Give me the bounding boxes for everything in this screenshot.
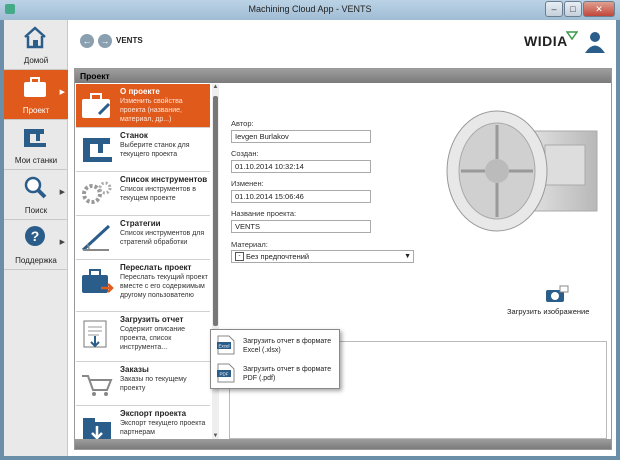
briefcase-wrench-icon [82,93,111,118]
menu-item-title: О проекте [120,87,160,96]
menu-item-desc: Изменить свойства проекта (название, мат… [120,98,183,123]
left-nav: Домой Проект ▶ Мои станки Поиск ▶ ? Подд… [4,20,68,456]
briefcase-icon [24,77,46,97]
pdf-file-icon: PDF [217,363,235,383]
nav-item-home[interactable]: Домой [4,20,68,70]
nav-label: Поддержка [15,256,57,265]
popup-item-label: Загрузить отчет в формате Excel (.xlsx) [243,338,332,354]
camera-icon[interactable] [511,284,601,306]
gears-icon [82,181,112,204]
title-bar[interactable]: Machining Cloud App - VENTS – □ ✕ [0,0,620,20]
brand-logo: WIDIA [524,33,568,49]
project-image [446,110,598,232]
project-menu: О проекте Изменить свойства проекта (наз… [76,84,210,439]
nav-item-my-machines[interactable]: Мои станки [4,120,68,170]
nav-item-search[interactable]: Поиск ▶ [4,170,68,220]
nav-label: Домой [23,56,49,65]
nav-label: Поиск [24,206,48,215]
modified-field[interactable]: 01.10.2014 15:06:46 [231,190,371,203]
created-field[interactable]: 01.10.2014 10:32:14 [231,160,371,173]
material-label: Материал: [231,240,268,249]
strategy-icon [81,224,111,252]
menu-item-desc: Заказы по текущему проекту [120,376,187,392]
menu-item-orders[interactable]: Заказы Заказы по текущему проекту [76,362,210,406]
orders-icon [82,375,113,396]
app-window: Machining Cloud App - VENTS – □ ✕ Домой … [0,0,620,460]
report-format-popup: Excel Загрузить отчет в формате Excel (.… [210,329,340,389]
upload-image-button[interactable]: Загрузить изображение [507,307,589,316]
menu-item-title: Станок [120,131,148,140]
menu-item-about[interactable]: О проекте Изменить свойства проекта (наз… [76,84,210,128]
machine-icon [24,129,46,147]
menu-item-title: Заказы [120,365,149,374]
menu-item-desc: Выберите станок для текущего проекта [120,142,190,158]
menu-item-desc: Содержит описание проекта, список инстру… [120,326,186,351]
menu-item-forward-project[interactable]: Переслать проект Переслать текущий проек… [76,260,210,312]
header: ← → VENTS WIDIA [68,20,616,64]
menu-item-machine[interactable]: Станок Выберите станок для текущего прое… [76,128,210,172]
project-name-label: Название проекта: [231,209,297,218]
panel-title: Проект [75,69,611,83]
material-value: Без предпочтений [246,252,310,261]
menu-item-desc: Список инструментов для стратегий обрабо… [120,230,205,246]
svg-text:PDF: PDF [220,372,229,377]
material-indicator: - [235,252,244,261]
user-icon[interactable] [584,30,606,54]
menu-item-desc: Экспорт текущего проекта партнерам [120,420,206,436]
chevron-right-icon: ▶ [59,239,65,246]
menu-item-tool-list[interactable]: Список инструментов Список инструментов … [76,172,210,216]
menu-item-title: Список инструментов [120,175,208,184]
menu-item-download-report[interactable]: Загрузить отчет Содержит описание проект… [76,312,210,362]
back-button[interactable]: ← [80,34,94,48]
window-title: Machining Cloud App - VENTS [248,4,372,14]
popup-item-pdf[interactable]: PDF Загрузить отчет в формате PDF (.pdf) [215,361,339,387]
nav-label: Мои станки [14,156,58,165]
project-name-field[interactable]: VENTS [231,220,371,233]
export-icon [83,418,111,439]
panel-footer [75,439,611,449]
menu-item-title: Загрузить отчет [120,315,184,324]
scroll-up-icon[interactable]: ▲ [212,84,219,90]
nav-item-project[interactable]: Проект ▶ [4,70,68,120]
menu-item-title: Стратегии [120,219,161,228]
report-icon [83,320,107,348]
chevron-down-icon: ▼ [404,253,411,260]
svg-text:Excel: Excel [218,344,229,349]
nav-item-support[interactable]: ? Поддержка ▶ [4,220,68,270]
menu-item-strategies[interactable]: Стратегии Список инструментов для страте… [76,216,210,260]
svg-text:?: ? [31,228,40,244]
chevron-right-icon: ▶ [59,89,65,96]
forward-button[interactable]: → [98,34,112,48]
menu-item-desc: Переслать текущий проект вместе с его со… [120,274,208,299]
menu-item-export-project[interactable]: Экспорт проекта Экспорт текущего проекта… [76,406,210,439]
nav-label: Проект [22,106,50,115]
search-icon [24,176,47,199]
home-icon [24,26,46,49]
menu-item-title: Экспорт проекта [120,409,187,418]
author-label: Автор: [231,119,254,128]
excel-file-icon: Excel [217,335,235,355]
popup-item-excel[interactable]: Excel Загрузить отчет в формате Excel (.… [215,333,339,359]
scroll-thumb[interactable] [213,96,218,326]
chevron-right-icon: ▶ [59,189,65,196]
client-area: Домой Проект ▶ Мои станки Поиск ▶ ? Подд… [4,20,616,456]
machine-icon [83,138,112,162]
material-select[interactable]: - Без предпочтений ▼ [231,250,414,263]
author-field[interactable]: Ievgen Burlakov [231,130,371,143]
close-button[interactable]: ✕ [583,1,615,17]
menu-item-title: Переслать проект [120,263,192,272]
logo-mark-icon [566,31,578,40]
project-panel: Проект О проекте Изменить свойства проек… [74,68,612,450]
minimize-button[interactable]: – [545,1,563,17]
maximize-button[interactable]: □ [564,1,582,17]
menu-item-desc: Список инструментов в текущем проекте [120,186,196,202]
help-icon: ? [25,226,45,246]
modified-label: Изменен: [231,179,264,188]
created-label: Создан: [231,149,259,158]
breadcrumb: VENTS [116,36,143,45]
popup-item-label: Загрузить отчет в формате PDF (.pdf) [243,366,332,382]
forward-icon [82,269,114,293]
